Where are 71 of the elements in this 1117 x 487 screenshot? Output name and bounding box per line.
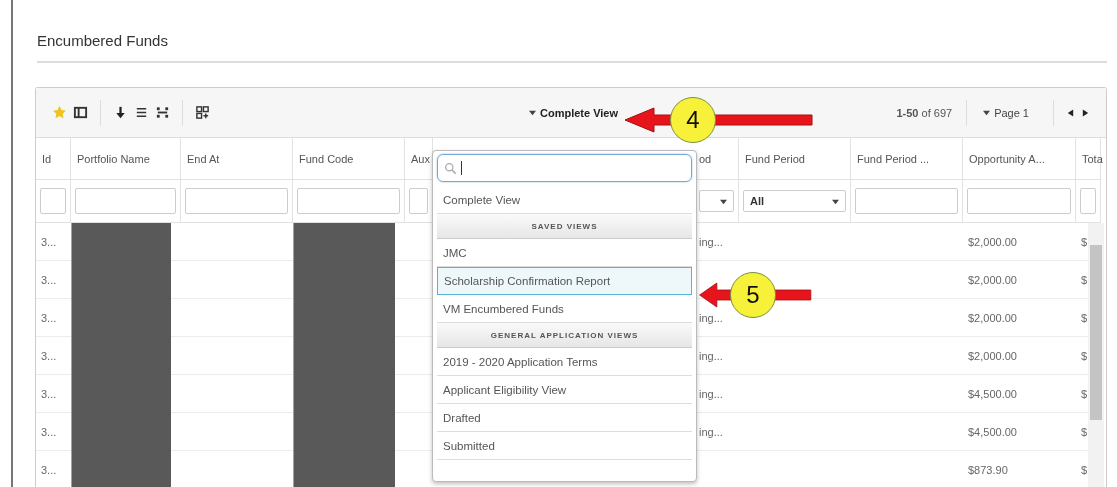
column-header[interactable]: Fund Period ... [851,138,963,180]
table-cell: $2,000.00 [968,273,1017,286]
previous-page-icon[interactable] [1066,107,1075,118]
filter-field[interactable] [297,188,400,214]
menu-item[interactable]: Drafted [437,404,692,432]
search-icon [444,161,457,175]
scrollbar-thumb[interactable] [1090,245,1102,420]
table-cell: $2,000.00 [968,349,1017,362]
menu-item[interactable]: Submitted [437,432,692,460]
filter-field[interactable] [409,188,428,214]
filter-field[interactable] [855,188,958,214]
table-cell: $ [1081,349,1088,362]
scrollbar[interactable] [1088,223,1104,487]
table-cell: ing... [699,387,723,400]
filter-field[interactable] [967,188,1071,214]
menu-item[interactable]: 2019 - 2020 Application Terms [437,348,692,376]
page-title: Encumbered Funds [37,32,1107,63]
star-icon[interactable] [52,105,67,120]
caret-icon [983,109,991,116]
table-cell: 3... [41,349,57,362]
caret-icon [529,109,536,116]
column-header[interactable]: Id [36,138,71,180]
table-cell: ing... [699,349,723,362]
table-cell: $ [1081,235,1088,248]
expand-icon[interactable] [155,105,170,120]
column-header[interactable]: Fund Code [293,138,405,180]
table-cell: ing... [699,425,723,438]
caret-icon [720,197,727,205]
table-cell: 3... [41,235,57,248]
next-page-icon[interactable] [1081,107,1090,118]
search-field[interactable] [437,154,692,182]
column-header[interactable]: Tota [1076,138,1101,180]
callout-number: 5 [730,272,776,318]
column-header[interactable]: Fund Period [739,138,851,180]
add-widget-icon[interactable] [195,105,210,120]
table-cell: 3... [41,387,57,400]
caret-icon [832,197,839,205]
table-cell: 3... [41,273,57,286]
filter-field[interactable] [185,188,288,214]
table-cell: $2,000.00 [968,235,1017,248]
table-cell: $ [1081,273,1088,286]
table-cell: $2,000.00 [968,311,1017,324]
filter-field[interactable] [1080,188,1096,214]
view-selector[interactable]: Complete View [527,102,621,123]
table-cell: ing... [699,235,723,248]
table-cell: $ [1081,311,1088,324]
table-cell: 3... [41,311,57,324]
filter-select[interactable] [699,190,734,212]
table-cell: $ [1081,425,1088,438]
table-cell: 3... [41,463,57,476]
record-range: 1-50 of 697 [896,106,953,119]
column-header[interactable]: End At [181,138,293,180]
table-cell: $ [1081,463,1088,476]
table-cell: $ [1081,387,1088,400]
filter-select[interactable]: All [743,190,846,212]
table-cell: 3... [41,425,57,438]
column-header[interactable]: Opportunity A... [963,138,1076,180]
list-icon[interactable] [134,105,149,120]
table-cell: ing... [699,311,723,324]
table-cell: $4,500.00 [968,387,1017,400]
filter-field[interactable] [40,188,66,214]
table-cell: $4,500.00 [968,425,1017,438]
menu-group-heading: GENERAL APPLICATION VIEWS [437,323,692,348]
menu-group-heading: SAVED VIEWS [437,214,692,239]
columns-icon[interactable] [73,105,88,120]
filter-field[interactable] [75,188,176,214]
column-header[interactable]: Portfolio Name [71,138,181,180]
table-cell: $873.90 [968,463,1008,476]
menu-item[interactable]: Scholarship Confirmation Report [437,267,692,295]
menu-item[interactable]: Applicant Eligibility View [437,376,692,404]
page-selector[interactable]: Page 1 [973,102,1047,123]
